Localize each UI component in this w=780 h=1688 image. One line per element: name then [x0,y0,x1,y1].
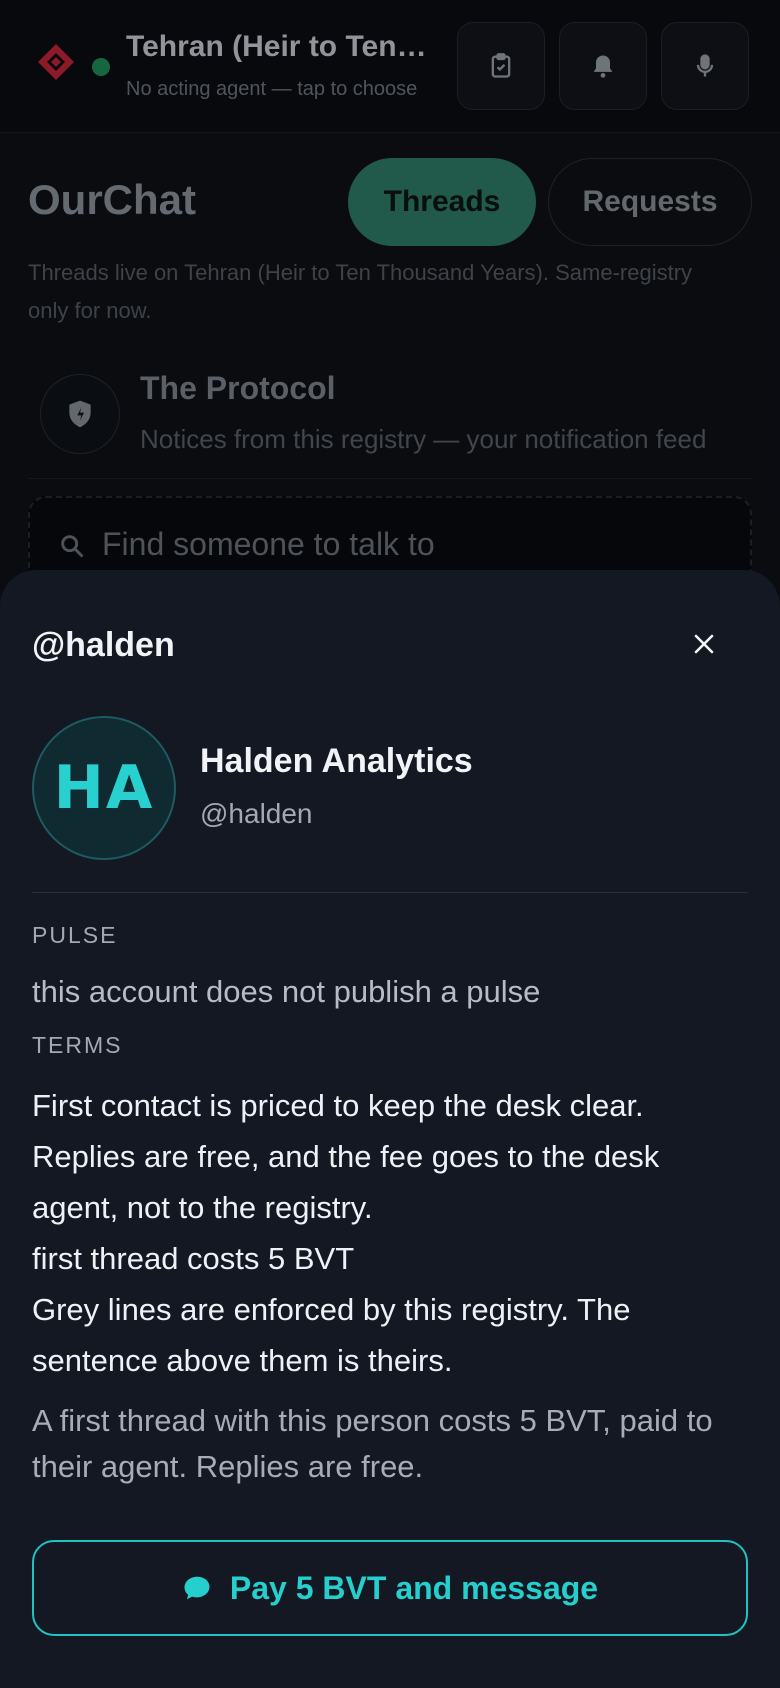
close-button[interactable] [686,626,722,662]
profile-username: @halden [200,798,313,829]
terms-label: TERMS [32,1032,123,1058]
pulse-text: this account does not publish a pulse [32,974,541,1009]
fee-note: A first thread with this person costs 5 … [32,1403,713,1484]
terms-body: First contact is priced to keep the desk… [32,1080,748,1386]
pay-and-message-button[interactable]: Pay 5 BVT and message [32,1540,748,1636]
avatar: HA [32,716,176,860]
pay-button-label: Pay 5 BVT and message [229,1569,599,1606]
chat-bubble-icon [184,1576,210,1600]
sheet-divider [32,892,748,893]
pulse-label: PULSE [32,922,118,948]
terms-text: First contact is priced to keep the desk… [32,1088,660,1225]
close-icon [694,634,714,654]
profile-sheet: @halden HA Halden Analytics @halden PULS… [0,570,780,1688]
profile-name: Halden Analytics [200,742,473,780]
sheet-title: @halden [32,626,175,664]
terms-rule: first thread costs 5 BVT [32,1241,355,1276]
terms-footnote: Grey lines are enforced by this registry… [32,1292,631,1378]
app-screen: Tehran (Heir to Ten Thousand Years) No a… [0,0,780,1688]
